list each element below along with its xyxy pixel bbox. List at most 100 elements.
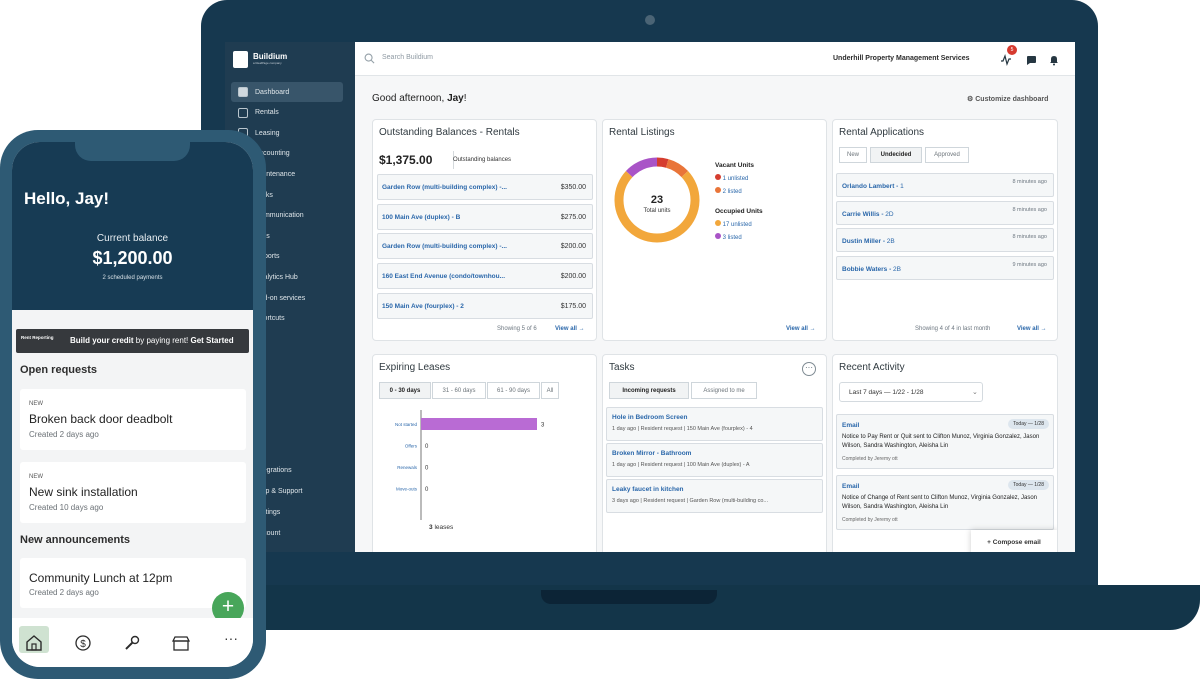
task-meta: 1 day ago | Resident request | 150 Main …: [612, 426, 753, 432]
store-icon[interactable]: [171, 633, 191, 653]
rental-applications-card: Rental Applications NewUndecidedApproved…: [832, 119, 1058, 341]
request-card[interactable]: NEWNew sink installationCreated 10 days …: [20, 462, 246, 523]
gear-icon: ⚙: [967, 96, 975, 103]
date-range-value: Last 7 days — 1/22 - 1/28: [849, 389, 923, 396]
listings-view-all[interactable]: View all →: [786, 326, 816, 332]
lease-tab[interactable]: All: [541, 382, 559, 399]
compose-email-button[interactable]: + Compose email: [971, 530, 1057, 552]
donut-occupied-listed: [629, 162, 657, 174]
chart-bar: [421, 418, 537, 430]
laptop-notch: [541, 590, 717, 604]
tab-approved[interactable]: Approved: [925, 147, 969, 163]
chart-category-label: Renewals: [397, 465, 418, 470]
more-icon[interactable]: ···: [221, 630, 241, 650]
lease-tab[interactable]: 0 - 30 days: [379, 382, 431, 399]
task-tab[interactable]: Assigned to me: [691, 382, 757, 399]
lease-tab[interactable]: 61 - 90 days: [487, 382, 540, 399]
legend-dot: [715, 187, 721, 193]
more-options-icon[interactable]: ···: [802, 362, 816, 376]
application-row[interactable]: Carrie Willis - 2D8 minutes ago: [836, 201, 1054, 225]
announcement-card[interactable]: Community Lunch at 12pm Created 2 days a…: [20, 558, 246, 608]
activity-completed-by: Completed by Jeremy ott: [842, 456, 898, 462]
request-title: New sink installation: [29, 485, 138, 499]
activity-text: Notice to Pay Rent or Quit sent to Clift…: [842, 433, 1047, 450]
legend-dot: [715, 233, 721, 239]
occupied-listed-item[interactable]: 3 listed: [715, 233, 742, 241]
balance-row-name: Garden Row (multi-building complex) -...: [382, 184, 507, 191]
activity-item[interactable]: EmailToday — 1/28Notice to Pay Rent or Q…: [836, 414, 1054, 469]
task-tab[interactable]: Incoming requests: [609, 382, 689, 399]
phone-notch: [75, 142, 190, 161]
tab-new[interactable]: New: [839, 147, 867, 163]
phone-frame: Hello, Jay! Current balance $1,200.00 2 …: [0, 130, 266, 679]
date-range-select[interactable]: Last 7 days — 1/22 - 1/28 ⌄: [839, 382, 983, 402]
brand-logo[interactable]: Buildium a RealPage company: [233, 51, 293, 69]
notification-badge: 5: [1007, 45, 1017, 55]
applications-view-all[interactable]: View all →: [1017, 326, 1047, 332]
request-meta: Created 10 days ago: [29, 503, 103, 512]
application-time: 8 minutes ago: [1012, 234, 1047, 240]
task-row[interactable]: Leaky faucet in kitchen3 days ago | Resi…: [606, 479, 823, 513]
request-card[interactable]: NEWBroken back door deadboltCreated 2 da…: [20, 389, 246, 450]
balance-row-name: 100 Main Ave (duplex) - B: [382, 214, 460, 221]
top-bar: Search Buildium Underhill Property Manag…: [355, 42, 1075, 76]
wrench-icon[interactable]: [122, 633, 142, 653]
task-meta: 3 days ago | Resident request | Garden R…: [612, 498, 768, 504]
announcements-heading: New announcements: [20, 534, 130, 546]
vacant-unlisted-item[interactable]: 1 unlisted: [715, 174, 748, 182]
chart-category-label: Move-outs: [396, 487, 418, 492]
dollar-icon[interactable]: $: [73, 633, 93, 653]
company-name[interactable]: Underhill Property Management Services: [833, 55, 970, 62]
mobile-app: Hello, Jay! Current balance $1,200.00 2 …: [12, 142, 253, 667]
donut-vacant-listed: [667, 163, 685, 174]
applicant-name: Dustin Miller - 2B: [842, 238, 895, 245]
logo-name: Buildium: [253, 52, 287, 61]
application-time: 8 minutes ago: [1012, 179, 1047, 185]
desktop-app: Buildium a RealPage company Dashboard Ren…: [225, 42, 1075, 552]
task-row[interactable]: Hole in Bedroom Screen1 day ago | Reside…: [606, 407, 823, 441]
application-row[interactable]: Bobbie Waters - 2B9 minutes ago: [836, 256, 1054, 280]
occupied-unlisted-item[interactable]: 17 unlisted: [715, 220, 752, 228]
activity-item[interactable]: EmailToday — 1/28Notice of Change of Ren…: [836, 475, 1054, 530]
balance-row[interactable]: 100 Main Ave (duplex) - B $275.00: [377, 204, 593, 230]
banner-brand: Rent Reporting: [21, 335, 54, 340]
lease-tab[interactable]: 31 - 60 days: [432, 382, 486, 399]
task-row[interactable]: Broken Mirror - Bathroom1 day ago | Resi…: [606, 443, 823, 477]
listings-donut-chart: 23 Total units: [612, 155, 702, 245]
dashboard-main: Search Buildium Underhill Property Manag…: [355, 42, 1075, 552]
balance-row[interactable]: 150 Main Ave (fourplex) - 2$175.00: [377, 293, 593, 319]
vacant-listed-item[interactable]: 2 listed: [715, 187, 742, 195]
balance-row[interactable]: 160 East End Avenue (condo/townhou...$20…: [377, 263, 593, 289]
logo-tagline: a RealPage company: [253, 61, 282, 65]
home-icon[interactable]: [24, 633, 44, 653]
pulse-icon[interactable]: [1000, 54, 1012, 66]
card-title: Rental Applications: [839, 127, 924, 138]
balance-row-amount: $275.00: [561, 214, 586, 221]
chart-value-label: 0: [425, 444, 429, 450]
balance-row[interactable]: Garden Row (multi-building complex) -...…: [377, 174, 593, 200]
balance-row[interactable]: Garden Row (multi-building complex) -...…: [377, 233, 593, 259]
search-input[interactable]: Search Buildium: [382, 54, 433, 61]
application-row[interactable]: Dustin Miller - 2B 8 minutes ago: [836, 228, 1054, 252]
chevron-down-icon: ⌄: [972, 388, 978, 396]
tab-undecided[interactable]: Undecided: [870, 147, 922, 163]
outstanding-view-all[interactable]: View all →: [555, 326, 585, 332]
sidebar-item-dashboard[interactable]: Dashboard: [231, 82, 343, 102]
application-row[interactable]: Orlando Lambert - 18 minutes ago: [836, 173, 1054, 197]
recent-activity-card: Recent Activity Last 7 days — 1/22 - 1/2…: [832, 354, 1058, 552]
donut-total: 23: [651, 194, 663, 206]
activity-date-badge: Today — 1/28: [1008, 480, 1049, 490]
sidebar-item-rentals[interactable]: Rentals: [231, 103, 343, 123]
sidebar-item-label: Rentals: [255, 109, 279, 116]
request-status-tag: NEW: [29, 401, 43, 407]
sidebar-icon: [238, 87, 248, 97]
bell-icon[interactable]: [1048, 54, 1060, 66]
applicant-name: Carrie Willis - 2D: [842, 211, 894, 218]
customize-dashboard-link[interactable]: ⚙ Customize dashboard: [967, 95, 1048, 103]
balance-row-amount: $200.00: [561, 243, 586, 250]
legend-dot: [715, 174, 721, 180]
rent-reporting-banner[interactable]: Rent Reporting Build your credit by payi…: [16, 329, 249, 353]
applications-footer: Showing 4 of 4 in last month: [915, 326, 990, 332]
mobile-bottom-nav: $ ···: [12, 618, 253, 667]
chat-icon[interactable]: [1025, 54, 1037, 66]
